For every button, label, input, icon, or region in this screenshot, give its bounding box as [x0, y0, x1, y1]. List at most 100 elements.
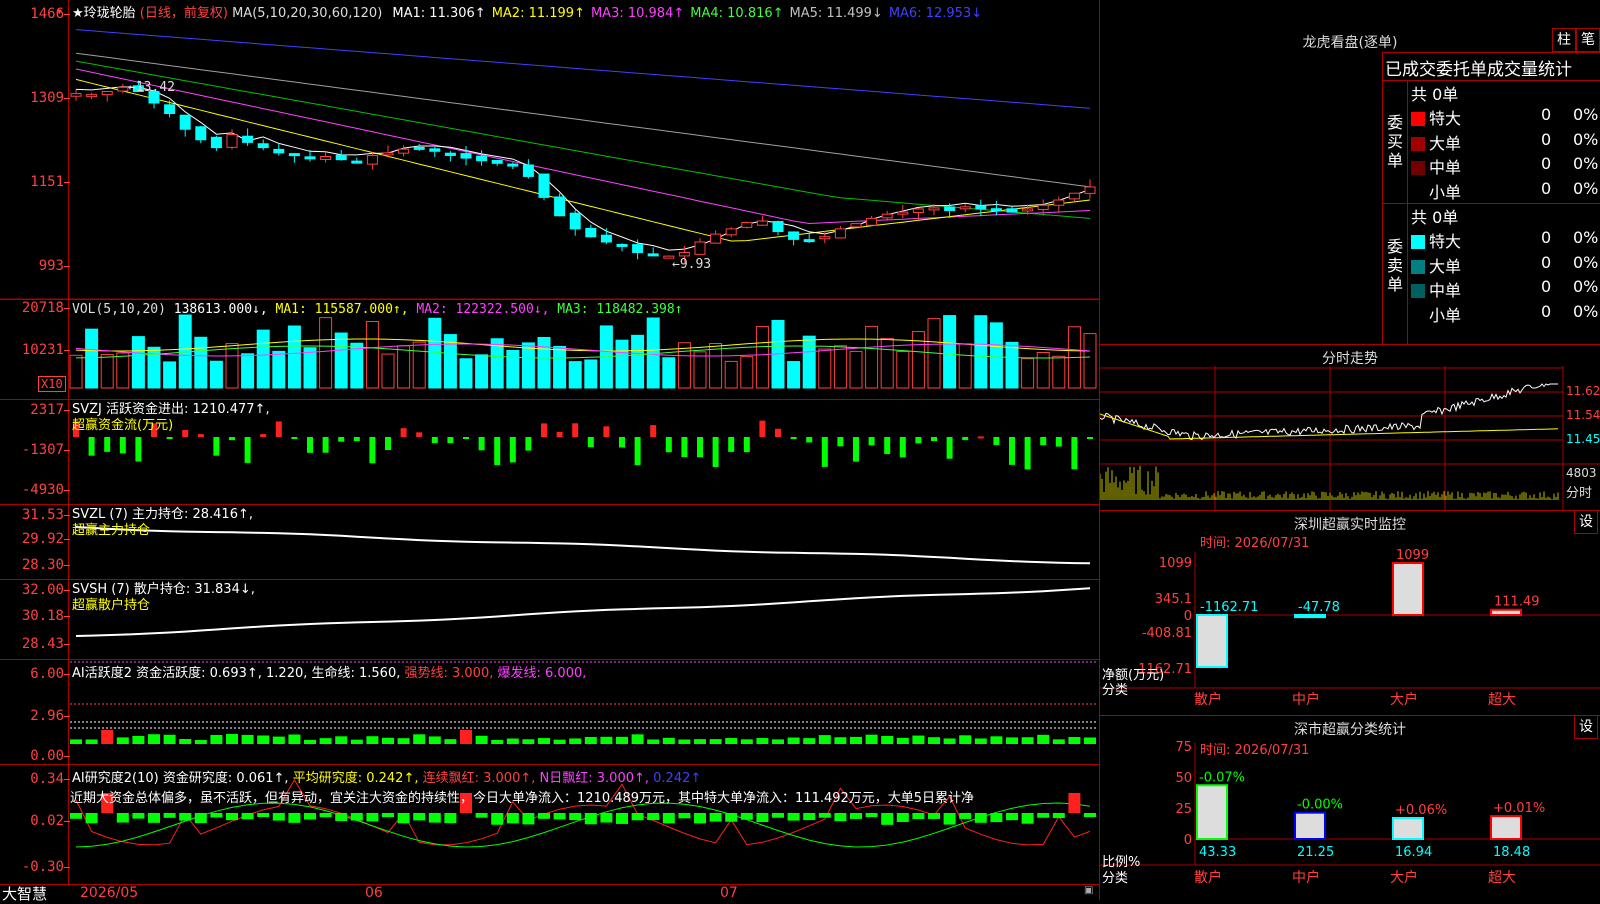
activity-bar — [163, 734, 176, 744]
monitor-tick: 1099 — [1159, 556, 1192, 571]
flow-bar — [166, 437, 173, 439]
research-bar — [756, 813, 769, 823]
candle-body — [522, 164, 534, 177]
activity-bar — [584, 737, 597, 744]
color-swatch — [1411, 161, 1425, 175]
activity-bar — [366, 736, 379, 744]
volume-bar — [319, 317, 333, 389]
flow-bar — [790, 437, 797, 439]
volume-bar — [584, 359, 598, 389]
research-bar — [272, 813, 285, 821]
category-label: 分类 — [1102, 871, 1129, 886]
order-type: 特大 — [1429, 109, 1462, 128]
ai2-nred: N日飘红: 3.000↑, — [539, 771, 650, 786]
research-bar — [787, 813, 800, 821]
stats-tick: 75 — [1175, 740, 1192, 755]
volume-bar — [85, 328, 99, 389]
flow-bar — [1055, 437, 1062, 447]
flow-bar — [244, 437, 251, 463]
candle-body — [1006, 208, 1018, 213]
flow-bar — [697, 437, 703, 458]
candle-body — [476, 155, 488, 162]
research-bar — [319, 813, 332, 818]
svsh-pane[interactable]: 32.00 30.18 28.43 SVSH (7) 散户持仓: 31.834↓… — [0, 580, 1100, 660]
volume-bar — [303, 347, 317, 389]
candle-body — [101, 91, 113, 96]
ai-research-pane[interactable]: 0.34 0.02 -0.30 AI研究度2(10) 资金研究度: 0.061↑… — [0, 765, 1100, 885]
research-bar — [163, 813, 176, 818]
period-label[interactable]: (日线，前复权) — [140, 6, 228, 21]
research-bar — [1006, 813, 1018, 821]
volume-bar — [896, 351, 910, 389]
flow-bar — [665, 437, 672, 453]
volume-bar — [241, 353, 255, 389]
candlestick-chart[interactable] — [0, 0, 1100, 300]
volume-bar — [365, 320, 379, 389]
activity-bar — [1021, 737, 1034, 744]
candle-body — [694, 241, 706, 255]
svzl-pane[interactable]: 31.53 29.92 28.30 SVZL (7) 主力持仓: 28.416↑… — [0, 505, 1100, 580]
flow-bar — [447, 437, 454, 444]
research-bar — [257, 813, 270, 818]
ai1-header: AI活跃度2 资金活跃度: 0.693↑, 1.220, 生命线: 1.560,… — [72, 662, 586, 681]
ai-activity-pane[interactable]: 6.00 2.96 0.00 AI活跃度2 资金活跃度: 0.693↑, 1.2… — [0, 660, 1100, 765]
realtime-monitor-panel[interactable]: 深圳超赢实时监控 设 时间: 2026/07/31 1099 345.1 0 -408… — [1100, 510, 1600, 716]
ai1-burst: 爆发线: 6.000, — [497, 666, 587, 681]
order-count: 0 — [1541, 228, 1552, 247]
lock-icon[interactable]: ▣ — [1084, 885, 1093, 896]
volume-bar — [568, 361, 582, 389]
ratio-label: 比例% — [1102, 855, 1141, 870]
volume-pane[interactable]: 20718 10231 X10 VOL(5,10,20) 138613.000↓… — [0, 300, 1100, 400]
avg-line — [75, 802, 1091, 848]
volume-bar — [677, 342, 691, 389]
bar-mode-button[interactable]: 柱 — [1552, 28, 1576, 52]
activity-bar — [304, 739, 316, 744]
order-type: 大单 — [1429, 133, 1462, 153]
volume-bar — [69, 354, 83, 389]
lhb-panel[interactable]: 龙虎看盘(逐单) 柱 笔 已成交委托单成交量统计 委买单 委卖单 共 0单 共 … — [1100, 0, 1600, 345]
flow-bar — [977, 436, 984, 439]
candle-body — [678, 251, 690, 257]
order-count: 0 — [1541, 252, 1552, 272]
lhb-title: 龙虎看盘(逐单) — [1302, 35, 1398, 51]
activity-bar — [616, 736, 628, 744]
activity-bar — [538, 738, 550, 744]
order-row: 中单 0 0% — [1411, 277, 1599, 301]
activity-bar — [943, 738, 956, 744]
candle-body — [632, 244, 644, 253]
vol-unit-badge[interactable]: X10 — [38, 376, 66, 392]
intraday-chart[interactable] — [1100, 344, 1600, 510]
volume-bar — [693, 351, 707, 389]
research-bar — [382, 813, 394, 818]
flow-bar — [541, 423, 547, 437]
order-count: 0 — [1541, 154, 1552, 173]
price-pane[interactable]: 1466 1309 1151 993 ★玲珑轮胎 (日线，前复权) MA(5,1… — [0, 0, 1100, 300]
candle-body — [912, 208, 924, 214]
main-chart-area[interactable]: 1466 1309 1151 993 ★玲珑轮胎 (日线，前复权) MA(5,1… — [0, 0, 1100, 903]
activity-bar — [928, 737, 940, 744]
category-stats-panel[interactable]: 深市超赢分类统计 设 时间: 2026/07/31 75 50 25 0 -0.07% 4… — [1100, 715, 1600, 900]
svzl-label: SVZL (7) 主力持仓: 28.416↑, — [72, 507, 253, 522]
tick-mode-button[interactable]: 笔 — [1576, 28, 1600, 52]
activity-bar — [1037, 734, 1050, 744]
svzj-pane[interactable]: 2317 -1307 -4930 SVZJ 活跃资金进出: 1210.477↑,… — [0, 400, 1100, 505]
research-bar — [678, 813, 691, 819]
activity-bar — [101, 730, 114, 744]
activity-bar — [772, 739, 784, 744]
color-swatch — [1411, 136, 1425, 151]
research-bar — [226, 813, 238, 821]
monitor-tick: 345.1 — [1155, 592, 1192, 607]
menu-arrow-icon[interactable]: ▾ — [56, 4, 63, 18]
intraday-panel[interactable]: 分时走势 11.62 11.54 11.45 4803 分时 — [1100, 344, 1600, 511]
volume-bar — [537, 337, 551, 389]
stock-name[interactable]: ★玲珑轮胎 — [72, 6, 136, 21]
flow-bar — [587, 437, 594, 448]
ratio-value: 18.48 — [1493, 845, 1530, 860]
order-row: 小单 0 0% — [1411, 302, 1599, 326]
activity-bar — [257, 735, 270, 744]
research-bar — [366, 813, 379, 822]
volume-bar — [865, 325, 879, 389]
candle-body — [710, 233, 722, 244]
flow-bar — [385, 437, 391, 450]
research-bar — [241, 813, 254, 820]
